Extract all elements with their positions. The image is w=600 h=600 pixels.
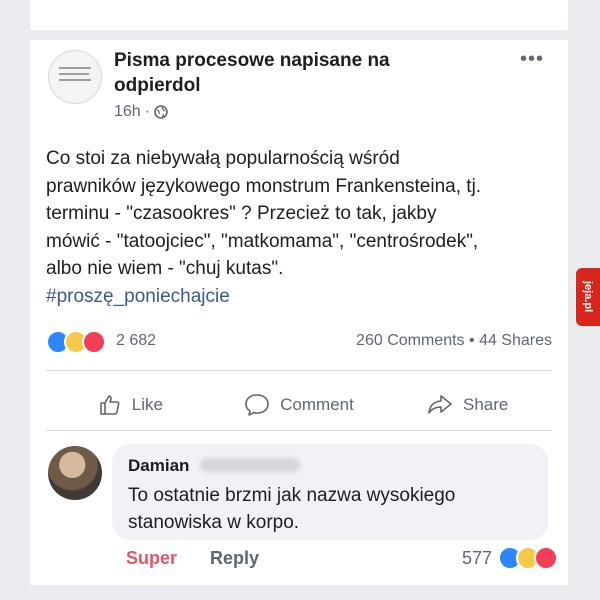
post-time[interactable]: 16h bbox=[114, 103, 141, 121]
comment-bubble-icon bbox=[245, 394, 269, 416]
reply-button[interactable]: Reply bbox=[210, 548, 259, 568]
comment-button[interactable]: Comment bbox=[215, 385, 384, 425]
more-options-icon[interactable]: ••• bbox=[520, 48, 544, 71]
avatar-text-line bbox=[59, 73, 89, 75]
like-button[interactable]: Like bbox=[46, 385, 215, 425]
globe-icon bbox=[154, 105, 168, 119]
post-text-line: mówić - "tatoojciec", "matkomama", "cent… bbox=[46, 230, 479, 252]
like-label: Like bbox=[131, 395, 163, 414]
page-name-link[interactable]: Pisma procesowe napisane na odpierdol bbox=[114, 48, 474, 98]
comment-text: To ostatnie brzmi jak nazwa wysokiego st… bbox=[128, 482, 528, 536]
page-avatar[interactable] bbox=[48, 50, 102, 104]
divider bbox=[46, 430, 552, 431]
post-text-line: prawników językowego monstrum Frankenste… bbox=[46, 175, 482, 197]
comment-reactions[interactable]: 577 bbox=[461, 546, 558, 570]
reaction-icons bbox=[46, 330, 106, 354]
engagement-stats: 260 Comments • 44 Shares bbox=[356, 332, 552, 350]
comment-text-line: To ostatnie brzmi jak nazwa wysokiego bbox=[128, 485, 456, 506]
reaction-count[interactable]: 2 682 bbox=[116, 332, 156, 350]
post-meta: 16h · bbox=[114, 103, 168, 121]
comment-bubble: Damian To ostatnie brzmi jak nazwa wysok… bbox=[112, 444, 548, 540]
comment-actions: Super Reply bbox=[126, 548, 259, 569]
comment-text-line: stanowiska w korpo. bbox=[128, 512, 300, 533]
post-actions: Like Comment Share bbox=[46, 385, 552, 425]
thumbs-up-icon bbox=[99, 395, 120, 415]
redacted-surname bbox=[200, 458, 300, 472]
super-reaction-button[interactable]: Super bbox=[126, 548, 177, 568]
jeja-watermark-logo: jeja.pl bbox=[576, 268, 600, 326]
hashtag-link[interactable]: #proszę_poniechajcie bbox=[46, 283, 556, 311]
post-text-line: terminu - "czasookres" ? Przecież to tak… bbox=[46, 203, 437, 224]
share-label: Share bbox=[462, 395, 509, 414]
meta-separator: · bbox=[144, 103, 151, 120]
shares-count[interactable]: 44 Shares bbox=[479, 332, 552, 349]
avatar-text-line bbox=[59, 67, 91, 69]
divider bbox=[46, 370, 552, 371]
love-reaction-icon bbox=[534, 546, 558, 570]
post-card: Pisma procesowe napisane na odpierdol 16… bbox=[30, 40, 568, 585]
previous-post-strip bbox=[30, 0, 568, 30]
comments-count[interactable]: 260 Comments bbox=[356, 332, 465, 349]
avatar-text-line bbox=[59, 79, 91, 81]
stats-separator: • bbox=[469, 332, 475, 349]
love-reaction-icon bbox=[82, 330, 106, 354]
post-text-line: albo nie wiem - "chuj kutas". bbox=[46, 258, 284, 279]
post-text-line: Co stoi za niebywałą popularnością wśród bbox=[46, 148, 400, 169]
share-button[interactable]: Share bbox=[383, 385, 552, 425]
share-arrow-icon bbox=[428, 395, 452, 414]
post-body: Co stoi za niebywałą popularnością wśród… bbox=[46, 145, 556, 310]
reactions-summary[interactable]: 2 682 260 Comments • 44 Shares bbox=[46, 330, 552, 354]
comment-label: Comment bbox=[280, 395, 354, 414]
commenter-name[interactable]: Damian bbox=[128, 456, 189, 476]
comment-reaction-count: 577 bbox=[461, 547, 492, 568]
commenter-avatar[interactable] bbox=[48, 446, 102, 500]
